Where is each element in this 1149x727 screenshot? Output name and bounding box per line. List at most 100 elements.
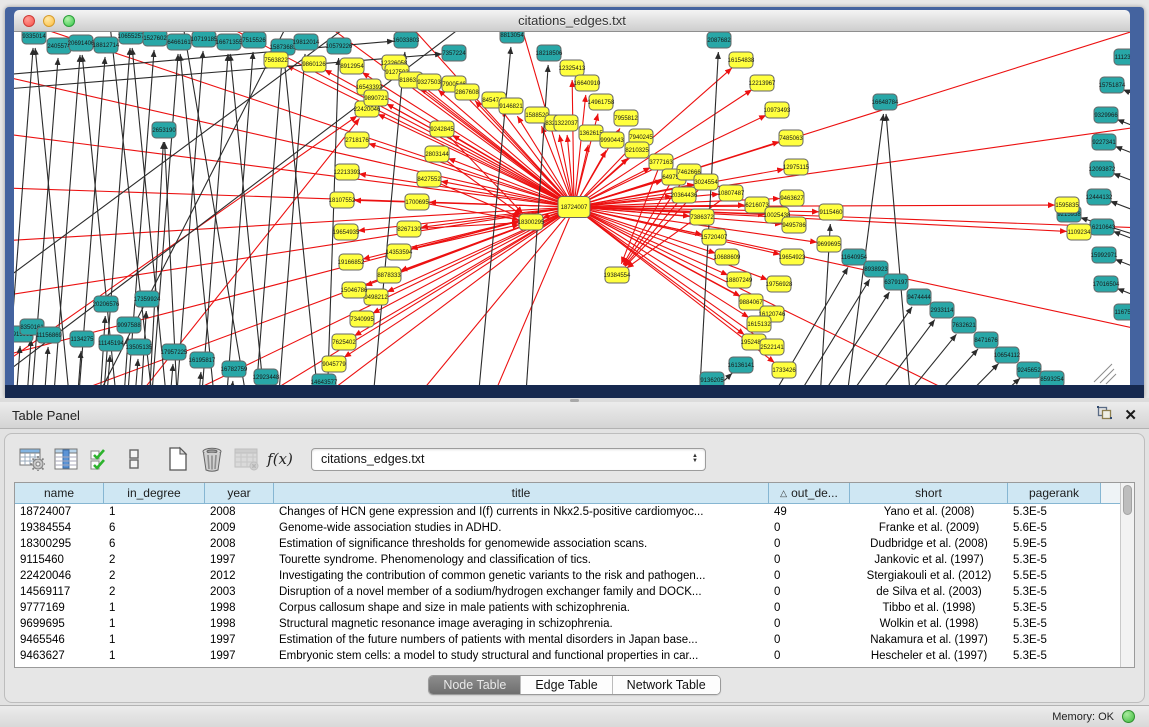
column-settings-button[interactable]	[15, 444, 49, 474]
graph-node[interactable]: 9474444	[907, 289, 931, 305]
graph-node[interactable]: 18300295	[518, 214, 545, 230]
column-header-name[interactable]: name	[15, 483, 104, 504]
graph-node[interactable]: 16210643	[1089, 219, 1116, 235]
graph-node[interactable]: 9335014	[22, 32, 46, 44]
graph-node[interactable]: 10719185	[191, 32, 218, 47]
graph-node[interactable]: 1112307	[1114, 49, 1130, 65]
canvas-resize-grip-icon[interactable]	[1100, 369, 1114, 383]
graph-node[interactable]: 2522141	[760, 339, 784, 355]
graph-node[interactable]: 7357224	[442, 45, 466, 61]
table-row[interactable]: 2242004622012Investigating the contribut…	[15, 568, 1120, 584]
graph-node[interactable]: 18724007	[558, 197, 590, 218]
graph-node[interactable]: 8938923	[864, 261, 888, 277]
graph-node[interactable]: 12975115	[783, 159, 810, 175]
graph-node[interactable]: 19756928	[766, 276, 793, 292]
graph-node[interactable]: 2653190	[152, 122, 176, 138]
graph-node[interactable]: 13505135	[126, 339, 153, 355]
graph-node[interactable]: 12325413	[559, 60, 586, 76]
table-vertical-scrollbar[interactable]	[1120, 483, 1134, 667]
graph-node[interactable]: 9242845	[430, 121, 454, 137]
graph-node[interactable]: 12213393	[334, 164, 361, 180]
network-canvas[interactable]: 9335014240557420691406188127141065525715…	[14, 32, 1130, 385]
graph-node[interactable]: 10579226	[326, 38, 353, 54]
graph-node[interactable]: 14961758	[588, 94, 615, 110]
graph-node[interactable]: 8593254	[1040, 371, 1064, 385]
float-panel-icon[interactable]	[1097, 406, 1112, 425]
graph-node[interactable]: 1527602	[143, 32, 167, 46]
graph-node[interactable]: 9097588	[117, 317, 141, 333]
graph-node[interactable]: 12093872	[1089, 161, 1116, 177]
graph-node[interactable]: 9990443	[600, 132, 624, 148]
graph-node[interactable]: 1733426	[772, 362, 796, 378]
graph-node[interactable]: 8878333	[377, 267, 401, 283]
table-row[interactable]: 969969511998Structural magnetic resonanc…	[15, 616, 1120, 632]
graph-node[interactable]: 9045779	[322, 356, 346, 372]
graph-node[interactable]: 16640910	[574, 75, 601, 91]
column-header-year[interactable]: year	[205, 483, 274, 504]
graph-node[interactable]: 10688609	[714, 249, 741, 265]
function-builder-button[interactable]: f(x)	[263, 444, 297, 474]
combo-stepper-icon[interactable]: ▲▼	[692, 449, 698, 470]
graph-node[interactable]: 12444132	[1086, 189, 1113, 205]
graph-node[interactable]: 15992971	[1091, 247, 1118, 263]
graph-node[interactable]: 9495786	[782, 217, 806, 233]
graph-node[interactable]: 7340995	[350, 311, 374, 327]
graph-node[interactable]: 2718176	[345, 132, 369, 148]
graph-node[interactable]: 16648784	[872, 94, 899, 110]
graph-node[interactable]: 8813054	[500, 32, 524, 43]
graph-node[interactable]: 10807487	[718, 185, 745, 201]
graph-node[interactable]: 7625402	[332, 334, 356, 350]
graph-node[interactable]: 16154838	[728, 52, 755, 68]
graph-node[interactable]: 6379197	[884, 274, 908, 290]
graph-node[interactable]: 10654112	[994, 347, 1021, 363]
graph-node[interactable]: 16033803	[393, 32, 420, 48]
graph-node[interactable]: 3024554	[694, 174, 718, 190]
graph-node[interactable]: 9115460	[819, 204, 843, 220]
graph-node[interactable]: 12923448	[253, 369, 280, 385]
graph-node[interactable]: 9146821	[499, 98, 523, 114]
table-row[interactable]: 1938455462009Genome-wide association stu…	[15, 520, 1120, 536]
table-row[interactable]: 1456911722003Disruption of a novel membe…	[15, 584, 1120, 600]
graph-node[interactable]: 15751874	[1099, 77, 1126, 93]
tab-edge-table[interactable]: Edge Table	[521, 676, 612, 694]
table-row[interactable]: 946554611997Estimation of the future num…	[15, 632, 1120, 648]
graph-node[interactable]: 2867608	[455, 84, 479, 100]
graph-node[interactable]: 20206576	[93, 296, 120, 312]
graph-node[interactable]: 14353594	[386, 244, 413, 260]
graph-node[interactable]: 9136205	[700, 372, 724, 385]
tab-network-table[interactable]: Network Table	[613, 676, 720, 694]
graph-node[interactable]: 7955812	[614, 110, 638, 126]
graph-node[interactable]: 8471676	[974, 332, 998, 348]
graph-node[interactable]: 14643577	[311, 374, 338, 385]
graph-node[interactable]: 8267130	[397, 221, 421, 237]
graph-node[interactable]: 7386372	[690, 209, 714, 225]
scrollbar-thumb[interactable]	[1123, 485, 1132, 515]
graph-node[interactable]: 12213967	[749, 75, 776, 91]
graph-node[interactable]: 17016504	[1093, 276, 1120, 292]
graph-node[interactable]: 19166852	[338, 254, 365, 270]
graph-node[interactable]: 18107552	[329, 192, 356, 208]
graph-node[interactable]: 9498212	[364, 289, 388, 305]
table-row[interactable]: 1830029562008Estimation of significance …	[15, 536, 1120, 552]
graph-node[interactable]: 16136141	[728, 357, 755, 373]
graph-node[interactable]: 1109234	[1067, 224, 1091, 240]
graph-node[interactable]: 1322037	[554, 115, 578, 131]
graph-node[interactable]: 20364436	[671, 187, 698, 203]
graph-node[interactable]: 6466161	[167, 34, 191, 50]
graph-node[interactable]: 19654923	[779, 249, 806, 265]
graph-node[interactable]: 2803144	[425, 146, 449, 162]
graph-node[interactable]: 19654935	[333, 224, 360, 240]
delete-table-button[interactable]	[229, 444, 263, 474]
tab-node-table[interactable]: Node Table	[429, 676, 521, 694]
network-table-select[interactable]: citations_edges.txt ▲▼	[311, 448, 706, 471]
graph-node[interactable]: 8210325	[625, 142, 649, 158]
create-column-button[interactable]	[161, 444, 195, 474]
graph-node[interactable]: 7632621	[952, 317, 976, 333]
graph-node[interactable]: 1615132	[747, 316, 771, 332]
graph-node[interactable]: 9329966	[1094, 107, 1118, 123]
graph-node[interactable]: 10973493	[764, 102, 791, 118]
graph-node[interactable]: 2087682	[707, 32, 731, 48]
graph-node[interactable]: 18812714	[93, 37, 120, 53]
column-header-out_de[interactable]: △out_de...	[769, 483, 850, 504]
network-window-titlebar[interactable]: citations_edges.txt	[14, 10, 1130, 32]
